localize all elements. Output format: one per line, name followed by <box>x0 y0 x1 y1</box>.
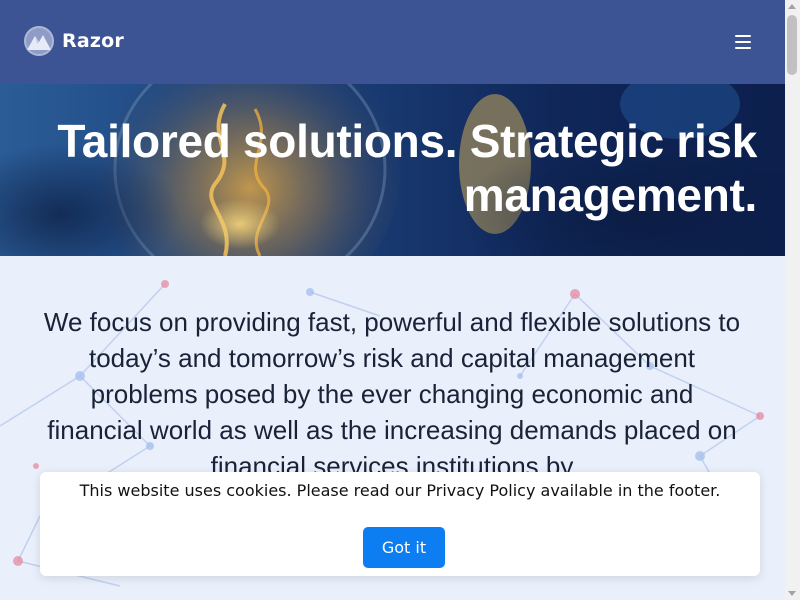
brand-name: Razor <box>62 30 124 52</box>
mountain-logo-icon <box>24 26 54 56</box>
vertical-scrollbar[interactable] <box>785 0 800 600</box>
cookie-accept-button[interactable]: Got it <box>363 527 445 568</box>
scrollbar-thumb[interactable] <box>787 15 797 75</box>
page: Razor Tailored solutions. Strategic risk… <box>0 0 785 600</box>
cookie-message: This website uses cookies. Please read o… <box>79 481 721 500</box>
site-header: Razor <box>0 0 785 84</box>
scroll-down-arrow-icon[interactable] <box>788 591 796 596</box>
hero-title: Tailored solutions. Strategic risk manag… <box>57 115 757 221</box>
cookie-banner: This website uses cookies. Please read o… <box>40 472 760 576</box>
hero-banner: Tailored solutions. Strategic risk manag… <box>0 84 785 256</box>
intro-paragraph: We focus on providing fast, powerful and… <box>43 307 741 481</box>
scroll-up-arrow-icon[interactable] <box>788 4 796 9</box>
brand-logo[interactable]: Razor <box>24 26 124 56</box>
hamburger-menu-icon[interactable] <box>728 30 758 54</box>
